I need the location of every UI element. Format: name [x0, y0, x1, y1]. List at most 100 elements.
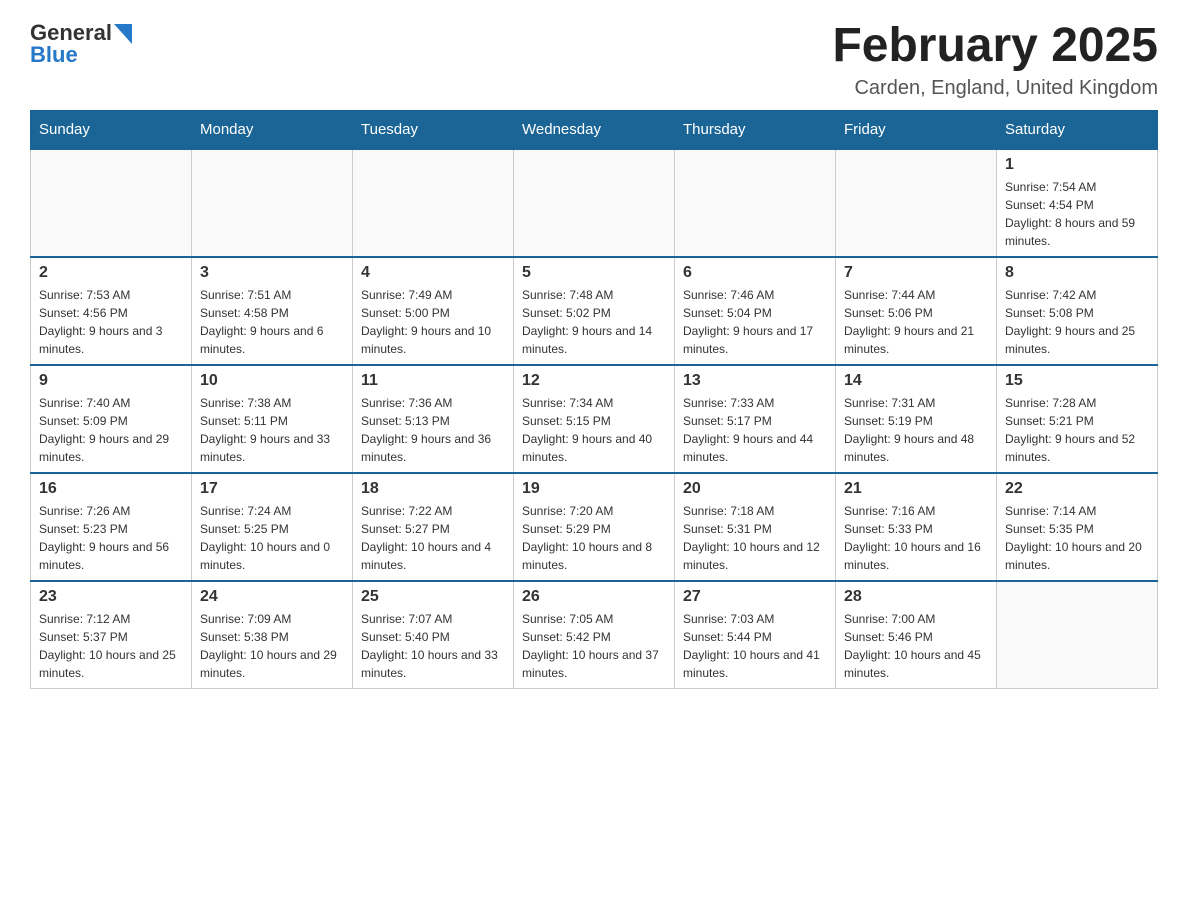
header-saturday: Saturday — [997, 110, 1158, 149]
day-info: Sunrise: 7:49 AM Sunset: 5:00 PM Dayligh… — [361, 286, 505, 358]
day-number: 16 — [39, 480, 183, 498]
table-row: 17 Sunrise: 7:24 AM Sunset: 5:25 PM Dayli… — [192, 473, 353, 581]
table-row: 8 Sunrise: 7:42 AM Sunset: 5:08 PM Daylig… — [997, 257, 1158, 365]
day-number: 20 — [683, 480, 827, 498]
table-row: 27 Sunrise: 7:03 AM Sunset: 5:44 PM Dayli… — [675, 581, 836, 689]
table-row: 12 Sunrise: 7:34 AM Sunset: 5:15 PM Dayli… — [514, 365, 675, 473]
table-row: 1 Sunrise: 7:54 AM Sunset: 4:54 PM Daylig… — [997, 149, 1158, 257]
day-number: 6 — [683, 264, 827, 282]
table-row: 22Sunrise: 7:14 AM Sunset: 5:35 PM Dayli… — [997, 473, 1158, 581]
week-row-1: 2 Sunrise: 7:53 AM Sunset: 4:56 PM Daylig… — [31, 257, 1158, 365]
table-row: 24Sunrise: 7:09 AM Sunset: 5:38 PM Dayli… — [192, 581, 353, 689]
location: Carden, England, United Kingdom — [832, 77, 1158, 100]
table-row — [675, 149, 836, 257]
day-info: Sunrise: 7:38 AM Sunset: 5:11 PM Dayligh… — [200, 394, 344, 466]
day-info: Sunrise: 7:33 AM Sunset: 5:17 PM Dayligh… — [683, 394, 827, 466]
table-row: 19Sunrise: 7:20 AM Sunset: 5:29 PM Dayli… — [514, 473, 675, 581]
day-number: 15 — [1005, 372, 1149, 390]
table-row: 18 Sunrise: 7:22 AM Sunset: 5:27 PM Dayli… — [353, 473, 514, 581]
header-sunday: Sunday — [31, 110, 192, 149]
week-row-2: 9Sunrise: 7:40 AM Sunset: 5:09 PM Daylig… — [31, 365, 1158, 473]
day-info: Sunrise: 7:07 AM Sunset: 5:40 PM Dayligh… — [361, 610, 505, 682]
weekday-header-row: Sunday Monday Tuesday Wednesday Thursday… — [31, 110, 1158, 149]
day-info: Sunrise: 7:36 AM Sunset: 5:13 PM Dayligh… — [361, 394, 505, 466]
table-row — [353, 149, 514, 257]
day-number: 13 — [683, 372, 827, 390]
day-number: 12 — [522, 372, 666, 390]
day-number: 26 — [522, 588, 666, 606]
day-info: Sunrise: 7:00 AM Sunset: 5:46 PM Dayligh… — [844, 610, 988, 682]
day-info: Sunrise: 7:24 AM Sunset: 5:25 PM Dayligh… — [200, 502, 344, 574]
day-number: 25 — [361, 588, 505, 606]
week-row-3: 16 Sunrise: 7:26 AM Sunset: 5:23 PM Dayli… — [31, 473, 1158, 581]
table-row: 10 Sunrise: 7:38 AM Sunset: 5:11 PM Dayli… — [192, 365, 353, 473]
table-row: 3 Sunrise: 7:51 AM Sunset: 4:58 PM Daylig… — [192, 257, 353, 365]
day-number: 24 — [200, 588, 344, 606]
table-row — [836, 149, 997, 257]
day-info: Sunrise: 7:20 AM Sunset: 5:29 PM Dayligh… — [522, 502, 666, 574]
day-number: 10 — [200, 372, 344, 390]
header-tuesday: Tuesday — [353, 110, 514, 149]
table-row: 16 Sunrise: 7:26 AM Sunset: 5:23 PM Dayli… — [31, 473, 192, 581]
day-number: 1 — [1005, 156, 1149, 174]
table-row: 9Sunrise: 7:40 AM Sunset: 5:09 PM Daylig… — [31, 365, 192, 473]
day-number: 11 — [361, 372, 505, 390]
day-info: Sunrise: 7:42 AM Sunset: 5:08 PM Dayligh… — [1005, 286, 1149, 358]
day-info: Sunrise: 7:28 AM Sunset: 5:21 PM Dayligh… — [1005, 394, 1149, 466]
day-number: 22 — [1005, 480, 1149, 498]
table-row: 13 Sunrise: 7:33 AM Sunset: 5:17 PM Dayli… — [675, 365, 836, 473]
table-row: 14 Sunrise: 7:31 AM Sunset: 5:19 PM Dayli… — [836, 365, 997, 473]
header-wednesday: Wednesday — [514, 110, 675, 149]
day-number: 27 — [683, 588, 827, 606]
table-row: 20 Sunrise: 7:18 AM Sunset: 5:31 PM Dayli… — [675, 473, 836, 581]
month-title: February 2025 — [832, 20, 1158, 73]
day-info: Sunrise: 7:48 AM Sunset: 5:02 PM Dayligh… — [522, 286, 666, 358]
table-row: 11 Sunrise: 7:36 AM Sunset: 5:13 PM Dayli… — [353, 365, 514, 473]
table-row — [514, 149, 675, 257]
day-number: 17 — [200, 480, 344, 498]
day-info: Sunrise: 7:46 AM Sunset: 5:04 PM Dayligh… — [683, 286, 827, 358]
table-row: 23Sunrise: 7:12 AM Sunset: 5:37 PM Dayli… — [31, 581, 192, 689]
day-info: Sunrise: 7:53 AM Sunset: 4:56 PM Dayligh… — [39, 286, 183, 358]
header-friday: Friday — [836, 110, 997, 149]
logo: General Blue — [30, 20, 132, 68]
header-monday: Monday — [192, 110, 353, 149]
table-row: 25 Sunrise: 7:07 AM Sunset: 5:40 PM Dayli… — [353, 581, 514, 689]
day-info: Sunrise: 7:44 AM Sunset: 5:06 PM Dayligh… — [844, 286, 988, 358]
day-info: Sunrise: 7:22 AM Sunset: 5:27 PM Dayligh… — [361, 502, 505, 574]
table-row — [997, 581, 1158, 689]
day-number: 2 — [39, 264, 183, 282]
day-info: Sunrise: 7:34 AM Sunset: 5:15 PM Dayligh… — [522, 394, 666, 466]
day-number: 7 — [844, 264, 988, 282]
day-info: Sunrise: 7:26 AM Sunset: 5:23 PM Dayligh… — [39, 502, 183, 574]
table-row: 21Sunrise: 7:16 AM Sunset: 5:33 PM Dayli… — [836, 473, 997, 581]
table-row: 15 Sunrise: 7:28 AM Sunset: 5:21 PM Dayli… — [997, 365, 1158, 473]
table-row: 7 Sunrise: 7:44 AM Sunset: 5:06 PM Daylig… — [836, 257, 997, 365]
day-info: Sunrise: 7:16 AM Sunset: 5:33 PM Dayligh… — [844, 502, 988, 574]
header-thursday: Thursday — [675, 110, 836, 149]
logo-arrow-icon — [114, 24, 132, 44]
day-info: Sunrise: 7:51 AM Sunset: 4:58 PM Dayligh… — [200, 286, 344, 358]
table-row — [192, 149, 353, 257]
day-info: Sunrise: 7:12 AM Sunset: 5:37 PM Dayligh… — [39, 610, 183, 682]
day-number: 18 — [361, 480, 505, 498]
calendar: Sunday Monday Tuesday Wednesday Thursday… — [30, 110, 1158, 689]
week-row-0: 1 Sunrise: 7:54 AM Sunset: 4:54 PM Daylig… — [31, 149, 1158, 257]
day-info: Sunrise: 7:03 AM Sunset: 5:44 PM Dayligh… — [683, 610, 827, 682]
week-row-4: 23Sunrise: 7:12 AM Sunset: 5:37 PM Dayli… — [31, 581, 1158, 689]
table-row: 5 Sunrise: 7:48 AM Sunset: 5:02 PM Daylig… — [514, 257, 675, 365]
day-info: Sunrise: 7:18 AM Sunset: 5:31 PM Dayligh… — [683, 502, 827, 574]
day-number: 3 — [200, 264, 344, 282]
table-row: 26Sunrise: 7:05 AM Sunset: 5:42 PM Dayli… — [514, 581, 675, 689]
day-number: 28 — [844, 588, 988, 606]
day-number: 8 — [1005, 264, 1149, 282]
page-header: General Blue February 2025 Carden, Engla… — [30, 20, 1158, 100]
table-row: 28 Sunrise: 7:00 AM Sunset: 5:46 PM Dayli… — [836, 581, 997, 689]
table-row: 2 Sunrise: 7:53 AM Sunset: 4:56 PM Daylig… — [31, 257, 192, 365]
day-number: 14 — [844, 372, 988, 390]
day-number: 5 — [522, 264, 666, 282]
logo-text-blue: Blue — [30, 42, 78, 68]
day-info: Sunrise: 7:54 AM Sunset: 4:54 PM Dayligh… — [1005, 178, 1149, 250]
day-number: 9 — [39, 372, 183, 390]
day-info: Sunrise: 7:31 AM Sunset: 5:19 PM Dayligh… — [844, 394, 988, 466]
